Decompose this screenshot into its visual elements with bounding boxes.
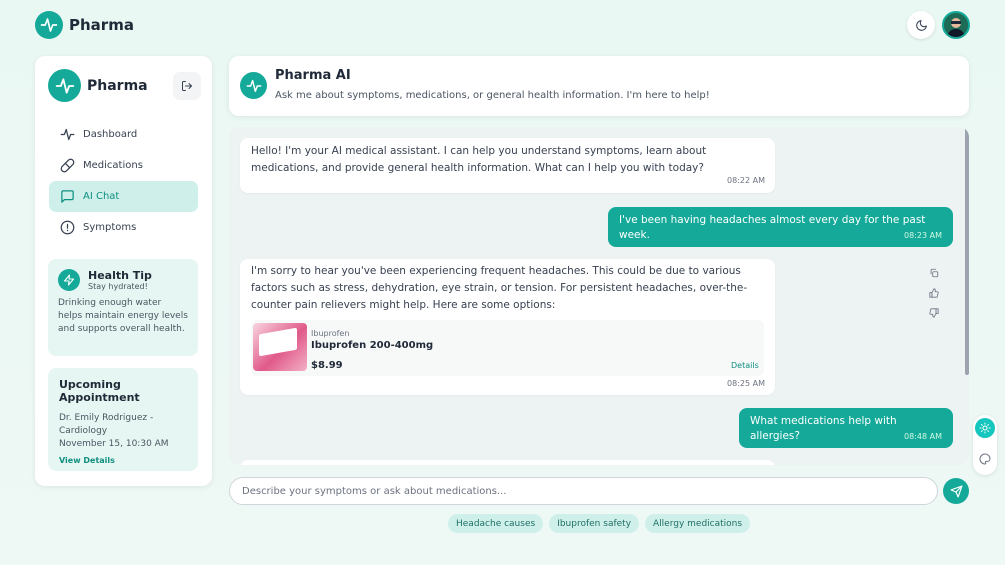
moon-icon <box>915 19 927 31</box>
message-text: Hello! I'm your AI medical assistant. I … <box>251 145 707 174</box>
sidebar-item-label: Dashboard <box>83 129 138 140</box>
message-time: 08:25 AM <box>727 379 765 388</box>
message-time: 08:48 AM <box>904 432 942 441</box>
sun-icon[interactable] <box>975 418 995 438</box>
send-button[interactable] <box>943 478 969 504</box>
sidebar-item-label: Medications <box>83 160 143 171</box>
product-name: Ibuprofen 200-400mg <box>311 340 434 351</box>
suggestion-chip[interactable]: Headache causes <box>448 514 544 533</box>
chat-input[interactable] <box>230 478 937 504</box>
message-text: I'm sorry to hear you've been experienci… <box>251 265 748 311</box>
theme-widget <box>973 415 997 475</box>
alert-circle-icon <box>59 220 75 236</box>
product-details-link[interactable]: Details <box>731 357 759 374</box>
sidebar-title: Pharma <box>87 77 148 94</box>
appointment-doctor: Dr. Emily Rodriguez - Cardiology <box>59 413 154 436</box>
sidebar: Pharma Dashboard Medications AI Chat Sym… <box>35 56 212 486</box>
top-bar: Pharma <box>0 0 1005 52</box>
chat-messages[interactable]: Hello! I'm your AI medical assistant. I … <box>229 127 969 465</box>
logout-button[interactable] <box>173 72 201 100</box>
ai-message: Hello! I'm your AI medical assistant. I … <box>240 138 775 193</box>
scrollbar[interactable] <box>965 127 969 375</box>
pulse-logo-icon <box>240 72 267 99</box>
suggestion-chip[interactable]: Ibuprofen safety <box>549 514 640 533</box>
view-details-link[interactable]: View Details <box>59 456 187 465</box>
product-card[interactable]: Ibuprofen Ibuprofen 200-400mg $8.99 Deta… <box>251 320 764 376</box>
health-tip-title: Health Tip <box>88 269 152 282</box>
ai-message-partial <box>240 460 775 465</box>
chat-input-wrapper <box>229 477 938 505</box>
sidebar-item-ai-chat[interactable]: AI Chat <box>49 181 198 212</box>
sidebar-item-label: AI Chat <box>83 191 120 202</box>
pulse-logo-icon <box>48 69 81 102</box>
message-text: I've been having headaches almost every … <box>619 214 926 241</box>
health-tip-body: Drinking enough water helps maintain ene… <box>58 298 188 334</box>
logout-icon <box>182 81 192 91</box>
chat-header: Pharma AI Ask me about symptoms, medicat… <box>229 56 969 116</box>
appointment-title: Upcoming Appointment <box>59 378 140 404</box>
brand[interactable]: Pharma <box>35 11 134 39</box>
health-tip-subtitle: Stay hydrated! <box>88 282 148 291</box>
ai-message: I'm sorry to hear you've been experienci… <box>240 259 775 395</box>
pill-icon <box>59 158 75 174</box>
activity-icon <box>59 127 75 143</box>
brand-name: Pharma <box>69 16 134 34</box>
dark-mode-toggle[interactable] <box>907 11 935 39</box>
suggestion-chips: Headache causes Ibuprofen safety Allergy… <box>448 514 756 533</box>
send-icon <box>949 484 963 498</box>
thumbs-up-icon[interactable] <box>926 285 942 301</box>
chat-title: Pharma AI <box>275 68 351 83</box>
sidebar-brand: Pharma <box>48 69 148 102</box>
appointment-datetime: November 15, 10:30 AM <box>59 439 169 449</box>
sidebar-item-dashboard[interactable]: Dashboard <box>49 119 198 150</box>
product-image <box>253 323 307 371</box>
appointment-card: Upcoming Appointment Dr. Emily Rodriguez… <box>48 368 198 471</box>
copy-icon[interactable] <box>926 265 942 281</box>
lightning-icon <box>58 269 80 291</box>
thumbs-down-icon[interactable] <box>926 305 942 321</box>
message-time: 08:23 AM <box>904 231 942 240</box>
message-actions <box>926 265 942 325</box>
sidebar-item-label: Symptoms <box>83 222 137 233</box>
chat-icon <box>59 189 75 205</box>
message-time: 08:22 AM <box>727 176 765 185</box>
chat-subtitle: Ask me about symptoms, medications, or g… <box>275 90 710 101</box>
sidebar-item-medications[interactable]: Medications <box>49 150 198 181</box>
health-tip-card: Health Tip Stay hydrated! Drinking enoug… <box>48 259 198 356</box>
palette-icon[interactable] <box>977 451 993 467</box>
suggestion-chip[interactable]: Allergy medications <box>645 514 751 533</box>
user-message: I've been having headaches almost every … <box>608 207 953 247</box>
sidebar-item-symptoms[interactable]: Symptoms <box>49 212 198 243</box>
user-avatar[interactable] <box>942 11 970 39</box>
pulse-logo-icon <box>35 11 63 39</box>
product-price: $8.99 <box>311 360 343 371</box>
sidebar-nav: Dashboard Medications AI Chat Symptoms <box>49 119 198 243</box>
user-message: What medications help with allergies? 08… <box>739 408 953 448</box>
